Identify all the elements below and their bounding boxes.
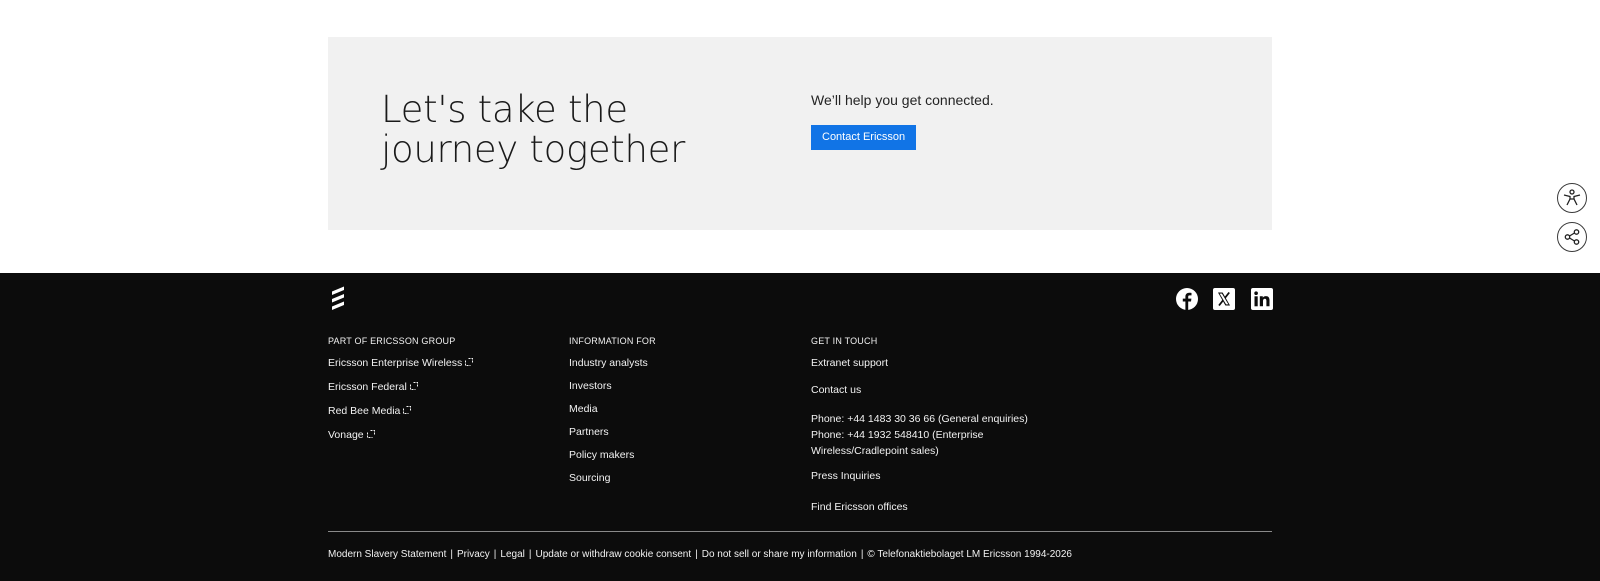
contact-ericsson-button[interactable]: Contact Ericsson (811, 125, 917, 150)
link-red-bee-media[interactable]: Red Bee Media (328, 405, 412, 417)
link-label: Ericsson Enterprise Wireless (328, 357, 463, 369)
copyright: © Telefonaktiebolaget LM Ericsson 1994-2… (867, 549, 1072, 560)
legal-bar: Modern Slavery Statement | Privacy | Legal | U… (328, 549, 1072, 560)
cta-subtitle: We’ll help you get connected. (811, 92, 994, 108)
facebook-icon[interactable] (1176, 288, 1198, 310)
link-privacy[interactable]: Privacy (457, 549, 490, 560)
link-partners[interactable]: Partners (569, 426, 609, 438)
link-contact-us[interactable]: Contact us (811, 384, 861, 396)
share-button[interactable] (1557, 222, 1587, 252)
site-footer: PART OF ERICSSON GROUP Ericsson Enterpri… (0, 273, 1600, 581)
phone-numbers: Phone: +44 1483 30 36 66 (General enquir… (811, 411, 1041, 459)
link-press-inquiries[interactable]: Press Inquiries (811, 470, 880, 482)
separator: | (695, 549, 698, 560)
external-link-icon (366, 430, 375, 438)
cta-title: Let's take the journey together (381, 88, 686, 171)
link-ericsson-enterprise-wireless[interactable]: Ericsson Enterprise Wireless (328, 357, 474, 369)
separator: | (493, 549, 497, 560)
link-label: Ericsson Federal (328, 381, 407, 393)
link-cookie-consent[interactable]: Update or withdraw cookie consent (535, 549, 691, 560)
accessibility-button[interactable] (1557, 183, 1587, 213)
phone-general: Phone: +44 1483 30 36 66 (General enquir… (811, 413, 1028, 425)
group-heading: PART OF ERICSSON GROUP (328, 336, 456, 346)
separator: | (450, 549, 453, 560)
link-investors[interactable]: Investors (569, 380, 612, 392)
link-ericsson-federal[interactable]: Ericsson Federal (328, 381, 418, 393)
cta-banner: Let's take the journey together We’ll he… (328, 37, 1272, 230)
link-find-offices[interactable]: Find Ericsson offices (811, 501, 908, 513)
x-icon[interactable] (1213, 288, 1235, 310)
phone-enterprise: Phone: +44 1932 548410 (Enterprise Wirel… (811, 429, 984, 457)
link-sourcing[interactable]: Sourcing (569, 472, 610, 484)
info-heading: INFORMATION FOR (569, 336, 656, 346)
separator: | (528, 549, 532, 560)
link-media[interactable]: Media (569, 403, 598, 415)
external-link-icon (409, 382, 418, 390)
link-modern-slavery[interactable]: Modern Slavery Statement (328, 549, 446, 560)
link-legal[interactable]: Legal (500, 549, 524, 560)
external-link-icon (465, 358, 474, 366)
link-do-not-sell[interactable]: Do not sell or share my information (702, 549, 857, 560)
linkedin-icon[interactable] (1251, 288, 1273, 310)
footer-divider (328, 531, 1272, 532)
link-policy-makers[interactable]: Policy makers (569, 449, 634, 461)
share-icon (1564, 229, 1580, 245)
external-link-icon (403, 406, 412, 414)
link-industry-analysts[interactable]: Industry analysts (569, 357, 648, 369)
link-label: Red Bee Media (328, 405, 401, 417)
contact-heading: GET IN TOUCH (811, 336, 878, 346)
ericsson-logo-icon[interactable] (328, 286, 348, 312)
accessibility-icon (1563, 189, 1581, 206)
link-label: Vonage (328, 429, 364, 441)
link-vonage[interactable]: Vonage (328, 429, 375, 441)
link-extranet-support[interactable]: Extranet support (811, 357, 888, 369)
separator: | (860, 549, 864, 560)
